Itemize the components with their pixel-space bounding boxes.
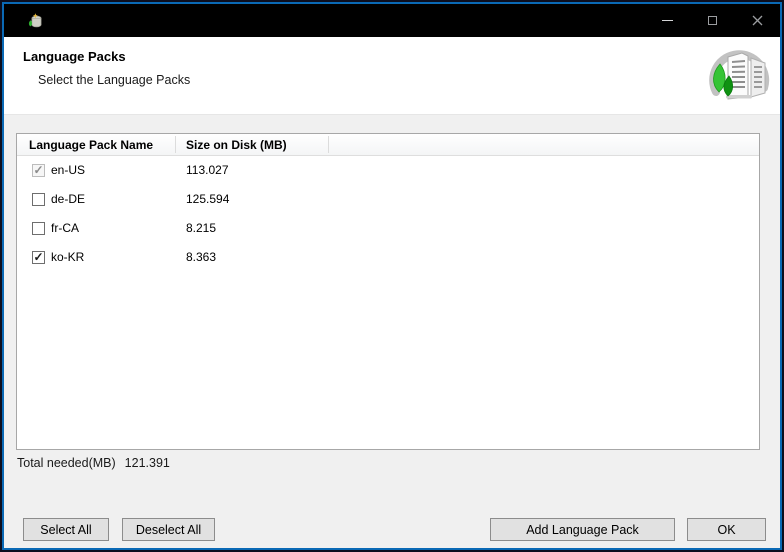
table-row[interactable]: de-DE 125.594 xyxy=(17,185,759,214)
maximize-icon xyxy=(708,16,717,25)
deselect-all-button[interactable]: Deselect All xyxy=(122,518,215,541)
table-header-row: Language Pack Name Size on Disk (MB) xyxy=(17,134,759,156)
close-button[interactable] xyxy=(735,4,780,37)
size-on-disk-value: 113.027 xyxy=(186,163,229,177)
table-rows-container: ✓ en-US 113.027 de-DE 125.594 fr-CA 8.215 ✓ ko-K… xyxy=(17,156,759,272)
maximize-button[interactable] xyxy=(690,4,735,37)
add-language-pack-button[interactable]: Add Language Pack xyxy=(490,518,675,541)
dialog-body: Language Pack Name Size on Disk (MB) ✓ en… xyxy=(4,115,780,548)
language-pack-name: fr-CA xyxy=(51,221,79,235)
size-on-disk-value: 8.215 xyxy=(186,221,217,235)
page-header: Language Packs Select the Language Packs xyxy=(4,37,780,115)
checkbox-de-DE[interactable] xyxy=(32,193,45,206)
checkbox-en-US: ✓ xyxy=(32,163,45,177)
language-pack-name: de-DE xyxy=(51,192,86,206)
total-needed: Total needed(MB) 121.391 xyxy=(17,456,170,470)
size-on-disk-value: 125.594 xyxy=(186,192,230,206)
minimize-button[interactable] xyxy=(645,4,690,37)
column-divider xyxy=(175,136,176,153)
titlebar xyxy=(4,4,780,37)
checkbox-ko-KR[interactable]: ✓ xyxy=(32,251,45,264)
minimize-icon xyxy=(662,20,673,21)
select-all-button[interactable]: Select All xyxy=(23,518,109,541)
close-icon xyxy=(752,15,763,26)
column-divider xyxy=(328,136,329,153)
total-needed-value: 121.391 xyxy=(124,456,170,470)
language-packs-logo-icon xyxy=(709,50,770,100)
window-frame: Language Packs Select the Language Packs xyxy=(2,2,782,550)
app-icon xyxy=(28,13,42,28)
page-subtitle: Select the Language Packs xyxy=(38,73,191,87)
table-row[interactable]: ✓ en-US 113.027 xyxy=(17,156,759,185)
column-header-size-on-disk[interactable]: Size on Disk (MB) xyxy=(186,134,287,156)
checkbox-fr-CA[interactable] xyxy=(32,222,45,235)
language-pack-table: Language Pack Name Size on Disk (MB) ✓ en… xyxy=(16,133,760,450)
ok-button[interactable]: OK xyxy=(687,518,766,541)
table-row[interactable]: ✓ ko-KR 8.363 xyxy=(17,243,759,272)
page-title: Language Packs xyxy=(23,49,126,64)
table-row[interactable]: fr-CA 8.215 xyxy=(17,214,759,243)
size-on-disk-value: 8.363 xyxy=(186,250,217,264)
column-header-language-pack-name[interactable]: Language Pack Name xyxy=(29,134,153,156)
language-packs-window: Language Packs Select the Language Packs xyxy=(0,0,784,552)
language-pack-name: en-US xyxy=(51,163,86,177)
total-needed-label: Total needed(MB) xyxy=(17,456,116,470)
language-pack-name: ko-KR xyxy=(51,250,85,264)
